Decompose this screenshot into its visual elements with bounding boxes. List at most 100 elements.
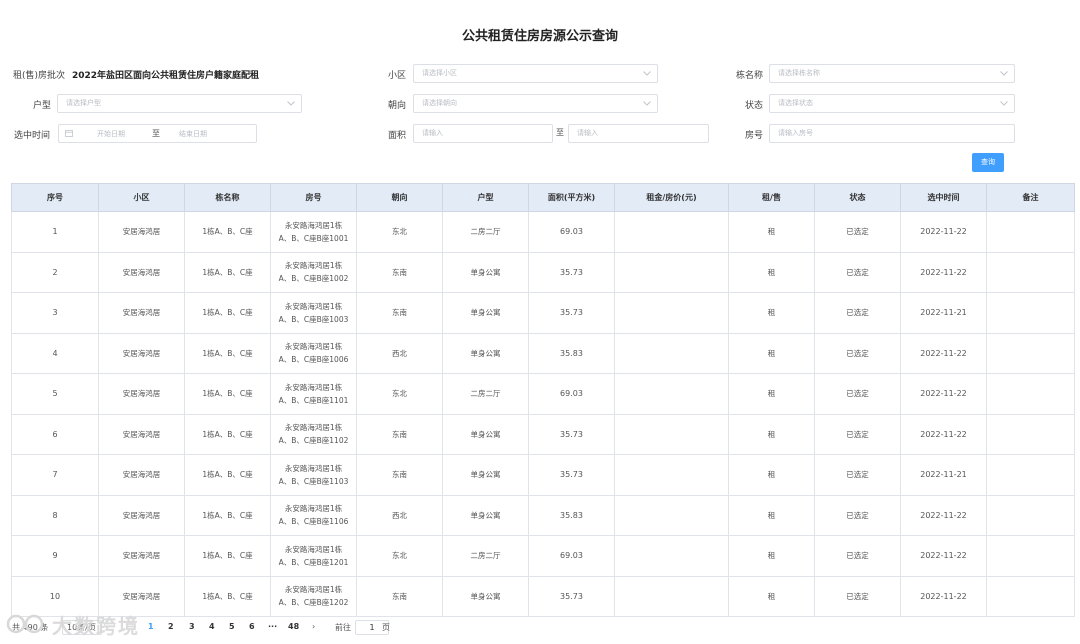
cell-area: 35.73 xyxy=(528,292,615,334)
chevron-down-icon xyxy=(643,95,651,112)
cell-mode: 租 xyxy=(728,454,815,496)
cell-building: 1栋A、B、C座 xyxy=(184,332,271,374)
cell-type: 单身公寓 xyxy=(442,251,529,293)
cell-building: 1栋A、B、C座 xyxy=(184,575,271,617)
status-select[interactable]: 请选择状态 xyxy=(769,94,1015,113)
type-label: 户型 xyxy=(33,101,52,111)
table-header-row: 序号 小区 栋名称 房号 朝向 户型 面积(平方米) 租金/房价(元) 租/售 … xyxy=(11,183,1075,212)
cell-community: 安居海鸿居 xyxy=(98,332,185,374)
table-row: 4 安居海鸿居 1栋A、B、C座 永安路海鸿居1栋 A、B、C座B座1006 西北 单身公寓… xyxy=(11,332,1075,374)
query-button[interactable]: 查询 xyxy=(972,153,1004,172)
room-input[interactable]: 请输入房号 xyxy=(769,124,1015,143)
room-line-2: A、B、C座B座1103 xyxy=(278,476,349,486)
status-placeholder: 请选择状态 xyxy=(778,99,813,107)
room-line-1: 永安路海鸿居1栋 xyxy=(284,220,343,230)
cell-no: 2 xyxy=(11,251,99,293)
room-line-1: 永安路海鸿居1栋 xyxy=(284,504,343,514)
cell-date: 2022-11-21 xyxy=(900,454,987,496)
type-select[interactable]: 请选择户型 xyxy=(57,94,302,113)
cell-mode: 租 xyxy=(728,251,815,293)
cell-area: 35.83 xyxy=(528,332,615,374)
page-last[interactable]: 48 xyxy=(288,622,299,631)
orientation-select[interactable]: 请选择朝向 xyxy=(413,94,658,113)
cell-orientation: 东北 xyxy=(356,373,443,415)
table-row: 5 安居海鸿居 1栋A、B、C座 永安路海鸿居1栋 A、B、C座B座1101 东北 二房二厅… xyxy=(11,373,1075,415)
area-max-input[interactable]: 请输入 xyxy=(568,124,709,143)
cell-date: 2022-11-22 xyxy=(900,413,987,455)
page-6[interactable]: 6 xyxy=(249,622,255,631)
area-min-placeholder: 请输入 xyxy=(422,129,443,137)
header-community: 小区 xyxy=(98,183,185,212)
date-range-picker[interactable]: 开始日期 至 结束日期 xyxy=(58,124,257,143)
cell-room: 永安路海鸿居1栋 A、B、C座B座1201 xyxy=(270,535,357,577)
room-line-1: 永安路海鸿居1栋 xyxy=(284,301,343,311)
status-label: 状态 xyxy=(745,101,764,111)
room-line-2: A、B、C座B座1006 xyxy=(278,355,349,365)
room-line-2: A、B、C座B座1202 xyxy=(278,598,349,608)
area-min-input[interactable]: 请输入 xyxy=(413,124,553,143)
cell-price xyxy=(614,454,729,496)
cell-community: 安居海鸿居 xyxy=(98,494,185,536)
cell-date: 2022-11-22 xyxy=(900,251,987,293)
building-select[interactable]: 请选择栋名称 xyxy=(769,64,1015,83)
table-row: 6 安居海鸿居 1栋A、B、C座 永安路海鸿居1栋 A、B、C座B座1102 东南 单身公寓… xyxy=(11,413,1075,455)
cell-area: 35.73 xyxy=(528,575,615,617)
cell-type: 单身公寓 xyxy=(442,332,529,374)
room-line-2: A、B、C座B座1102 xyxy=(278,436,349,446)
cell-price xyxy=(614,251,729,293)
cell-note xyxy=(986,332,1075,374)
cell-price xyxy=(614,332,729,374)
cell-no: 9 xyxy=(11,535,99,577)
cell-area: 35.73 xyxy=(528,454,615,496)
cell-room: 永安路海鸿居1栋 A、B、C座B座1103 xyxy=(270,454,357,496)
table-row: 2 安居海鸿居 1栋A、B、C座 永安路海鸿居1栋 A、B、C座B座1002 东南 单身公寓… xyxy=(11,251,1075,293)
cell-building: 1栋A、B、C座 xyxy=(184,494,271,536)
watermark: 大数跨境 xyxy=(4,608,154,638)
date-separator: 至 xyxy=(152,129,160,138)
cell-type: 单身公寓 xyxy=(442,575,529,617)
cell-type: 单身公寓 xyxy=(442,292,529,334)
page-ellipsis[interactable]: ··· xyxy=(268,622,277,631)
cell-community: 安居海鸿居 xyxy=(98,373,185,415)
cell-building: 1栋A、B、C座 xyxy=(184,292,271,334)
header-mode: 租/售 xyxy=(728,183,815,212)
cell-mode: 租 xyxy=(728,373,815,415)
cell-area: 35.83 xyxy=(528,494,615,536)
cell-price xyxy=(614,373,729,415)
cell-type: 单身公寓 xyxy=(442,413,529,455)
header-orientation: 朝向 xyxy=(356,183,443,212)
room-line-2: A、B、C座B座1002 xyxy=(278,274,349,284)
page-2[interactable]: 2 xyxy=(168,622,174,631)
table-row: 7 安居海鸿居 1栋A、B、C座 永安路海鸿居1栋 A、B、C座B座1103 东南 单身公寓… xyxy=(11,454,1075,496)
cell-status: 已选定 xyxy=(814,413,901,455)
calendar-icon xyxy=(65,129,73,139)
cell-community: 安居海鸿居 xyxy=(98,454,185,496)
cell-status: 已选定 xyxy=(814,373,901,415)
cell-mode: 租 xyxy=(728,575,815,617)
cell-no: 1 xyxy=(11,211,99,253)
cell-no: 8 xyxy=(11,494,99,536)
page-4[interactable]: 4 xyxy=(209,622,215,631)
next-page-icon[interactable]: › xyxy=(312,622,315,631)
page-3[interactable]: 3 xyxy=(189,622,195,631)
cell-note xyxy=(986,575,1075,617)
cell-orientation: 东南 xyxy=(356,251,443,293)
cell-note xyxy=(986,535,1075,577)
batch-label: 租(售)房批次 xyxy=(13,71,66,81)
table-row: 3 安居海鸿居 1栋A、B、C座 永安路海鸿居1栋 A、B、C座B座1003 东南 单身公寓… xyxy=(11,292,1075,334)
page-5[interactable]: 5 xyxy=(229,622,235,631)
cell-building: 1栋A、B、C座 xyxy=(184,454,271,496)
chevron-down-icon xyxy=(643,65,651,82)
community-select[interactable]: 请选择小区 xyxy=(413,64,658,83)
room-line-1: 永安路海鸿居1栋 xyxy=(284,261,343,271)
date-start-placeholder: 开始日期 xyxy=(97,130,125,138)
cell-building: 1栋A、B、C座 xyxy=(184,413,271,455)
type-placeholder: 请选择户型 xyxy=(66,99,101,107)
header-no: 序号 xyxy=(11,183,99,212)
cell-community: 安居海鸿居 xyxy=(98,211,185,253)
cell-orientation: 西北 xyxy=(356,494,443,536)
building-label: 栋名称 xyxy=(736,71,764,81)
area-separator: 至 xyxy=(556,128,564,137)
cell-area: 69.03 xyxy=(528,373,615,415)
cell-price xyxy=(614,535,729,577)
